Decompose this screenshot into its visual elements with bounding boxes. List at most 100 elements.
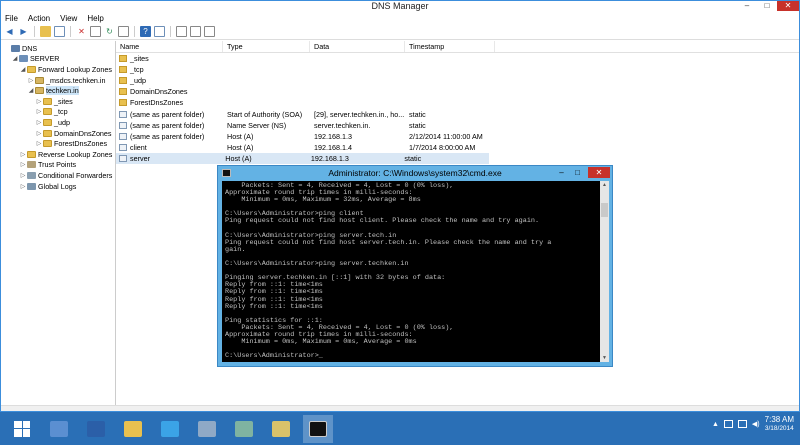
tree-item[interactable]: ▷ Global Logs bbox=[1, 181, 115, 192]
record-row[interactable]: client Host (A) 192.168.1.4 1/7/2014 8:00:0… bbox=[116, 142, 799, 153]
cmd-minimize-button[interactable]: – bbox=[554, 167, 569, 178]
dns-record-icon bbox=[119, 110, 127, 118]
tree-item[interactable]: ▷ _sites bbox=[1, 96, 115, 107]
record-row[interactable]: ForestDnsZones bbox=[116, 97, 799, 108]
record-name: _sites bbox=[130, 54, 149, 64]
expand-arrow-icon[interactable]: ▷ bbox=[19, 161, 27, 168]
action-center-icon[interactable] bbox=[723, 420, 733, 428]
column-header-timestamp[interactable]: Timestamp bbox=[405, 41, 495, 52]
powershell-button[interactable] bbox=[81, 415, 111, 443]
record-view-icon[interactable] bbox=[204, 26, 215, 37]
list-view-icon[interactable] bbox=[176, 26, 187, 37]
record-name-cell: DomainDnsZones bbox=[116, 87, 223, 96]
volume-icon[interactable]: ◀) bbox=[752, 420, 760, 428]
clock[interactable]: 7:38 AM 3/18/2014 bbox=[765, 415, 794, 433]
internet-explorer-button[interactable] bbox=[155, 415, 185, 443]
start-button[interactable] bbox=[7, 415, 37, 443]
tree-item[interactable]: ▷ Conditional Forwarders bbox=[1, 170, 115, 181]
clock-date: 3/18/2014 bbox=[764, 425, 794, 432]
record-row[interactable]: (same as parent folder) Name Server (NS) s… bbox=[116, 120, 799, 131]
expand-arrow-icon[interactable]: ▷ bbox=[35, 130, 43, 137]
expand-arrow-icon[interactable]: ▷ bbox=[19, 151, 27, 158]
delete-icon[interactable]: ✕ bbox=[76, 26, 87, 37]
show-tree-icon[interactable] bbox=[54, 26, 65, 37]
network-taskbar-button[interactable] bbox=[229, 415, 259, 443]
tree-item[interactable]: ▷ _msdcs.techken.in bbox=[1, 75, 115, 86]
back-arrow-icon[interactable]: ◀ bbox=[4, 26, 15, 37]
maximize-button[interactable]: □ bbox=[759, 1, 775, 11]
tree-item[interactable]: ◢ techken.in bbox=[1, 85, 115, 96]
up-folder-icon[interactable] bbox=[40, 26, 51, 37]
refresh-icon[interactable]: ↻ bbox=[104, 26, 115, 37]
console-output[interactable]: Packets: Sent = 4, Received = 4, Lost = … bbox=[222, 181, 600, 362]
column-header-type[interactable]: Type bbox=[223, 41, 310, 52]
server-manager-button[interactable] bbox=[44, 415, 74, 443]
cmd-maximize-button[interactable]: □ bbox=[570, 167, 585, 178]
properties-icon[interactable] bbox=[90, 26, 101, 37]
tree-item[interactable]: ▷ _tcp bbox=[1, 107, 115, 118]
expand-arrow-icon[interactable]: ◢ bbox=[11, 55, 19, 62]
detail-view-icon[interactable] bbox=[190, 26, 201, 37]
record-row[interactable]: DomainDnsZones bbox=[116, 86, 799, 97]
console-line: C:\Users\Administrator>ping server.techk… bbox=[225, 260, 409, 269]
tree-item[interactable]: ▷ Trust Points bbox=[1, 160, 115, 171]
tree-item-label: SERVER bbox=[30, 54, 60, 64]
scroll-up-icon[interactable]: ▲ bbox=[600, 181, 609, 189]
forwarder-icon bbox=[27, 171, 36, 179]
show-hidden-icons-icon[interactable]: ▲ bbox=[712, 421, 719, 428]
close-button[interactable]: ✕ bbox=[777, 1, 799, 11]
export-icon[interactable] bbox=[118, 26, 129, 37]
tree-item-label: ForestDnsZones bbox=[54, 139, 108, 149]
expand-arrow-icon[interactable]: ▷ bbox=[35, 108, 43, 115]
record-row[interactable]: _tcp bbox=[116, 64, 799, 75]
help-icon[interactable]: ? bbox=[140, 26, 151, 37]
tree-item-label: Reverse Lookup Zones bbox=[38, 149, 113, 159]
tree-item[interactable]: ▷ Reverse Lookup Zones bbox=[1, 149, 115, 160]
tree-item[interactable]: DNS bbox=[1, 43, 115, 54]
column-header-name[interactable]: Name bbox=[116, 41, 223, 52]
record-row[interactable]: server Host (A) 192.168.1.3 static bbox=[116, 152, 489, 164]
file-explorer-button[interactable] bbox=[118, 415, 148, 443]
tree-item-label: _msdcs.techken.in bbox=[46, 75, 106, 85]
tree-item[interactable]: ▷ ForestDnsZones bbox=[1, 138, 115, 149]
tree-item[interactable]: ◢ SERVER bbox=[1, 54, 115, 65]
menu-view[interactable]: View bbox=[60, 14, 77, 23]
dns-manager-taskbar-button[interactable] bbox=[192, 415, 222, 443]
cmd-close-button[interactable]: ✕ bbox=[588, 167, 610, 178]
scroll-down-icon[interactable]: ▼ bbox=[600, 354, 609, 362]
record-row[interactable]: (same as parent folder) Start of Authorit… bbox=[116, 108, 799, 119]
forward-arrow-icon[interactable]: ▶ bbox=[18, 26, 29, 37]
menu-file[interactable]: File bbox=[5, 14, 18, 23]
expand-arrow-icon[interactable]: ▷ bbox=[35, 140, 43, 147]
menu-action[interactable]: Action bbox=[28, 14, 50, 23]
record-timestamp-cell: 2/12/2014 11:00:00 AM bbox=[409, 131, 483, 141]
column-header-data[interactable]: Data bbox=[310, 41, 405, 52]
expand-arrow-icon[interactable]: ▷ bbox=[35, 119, 43, 126]
scroll-thumb[interactable] bbox=[601, 203, 608, 217]
cmd-scrollbar[interactable]: ▲ ▼ bbox=[600, 181, 609, 362]
notes-taskbar-button[interactable] bbox=[266, 415, 296, 443]
expand-arrow-icon[interactable]: ▷ bbox=[27, 77, 35, 84]
record-row[interactable]: _sites bbox=[116, 53, 799, 64]
expand-arrow-icon[interactable]: ▷ bbox=[19, 183, 27, 190]
record-row[interactable]: (same as parent folder) Host (A) 192.168.1… bbox=[116, 131, 799, 142]
mmc-icon[interactable] bbox=[154, 26, 165, 37]
window-title: DNS Manager bbox=[371, 1, 429, 11]
record-name-cell: (same as parent folder) bbox=[116, 132, 223, 141]
tree-item[interactable]: ▷ _udp bbox=[1, 117, 115, 128]
tree-item[interactable]: ▷ DomainDnsZones bbox=[1, 128, 115, 139]
record-type-cell: Host (A) bbox=[225, 153, 252, 163]
expand-arrow-icon[interactable]: ▷ bbox=[35, 98, 43, 105]
expand-arrow-icon[interactable]: ◢ bbox=[27, 87, 35, 94]
cmd-window[interactable]: Administrator: C:\Windows\system32\cmd.e… bbox=[217, 165, 613, 367]
expand-arrow-icon[interactable]: ◢ bbox=[19, 66, 27, 73]
network-icon[interactable] bbox=[737, 420, 747, 428]
folder-icon bbox=[43, 97, 52, 105]
expand-arrow-icon[interactable]: ▷ bbox=[19, 172, 27, 179]
cmd-taskbar-button[interactable] bbox=[303, 414, 333, 443]
minimize-button[interactable]: – bbox=[739, 1, 755, 11]
cmd-title-bar[interactable]: Administrator: C:\Windows\system32\cmd.e… bbox=[218, 166, 612, 180]
tree-item[interactable]: ◢ Forward Lookup Zones bbox=[1, 64, 115, 75]
record-row[interactable]: _udp bbox=[116, 75, 799, 86]
menu-help[interactable]: Help bbox=[87, 14, 103, 23]
